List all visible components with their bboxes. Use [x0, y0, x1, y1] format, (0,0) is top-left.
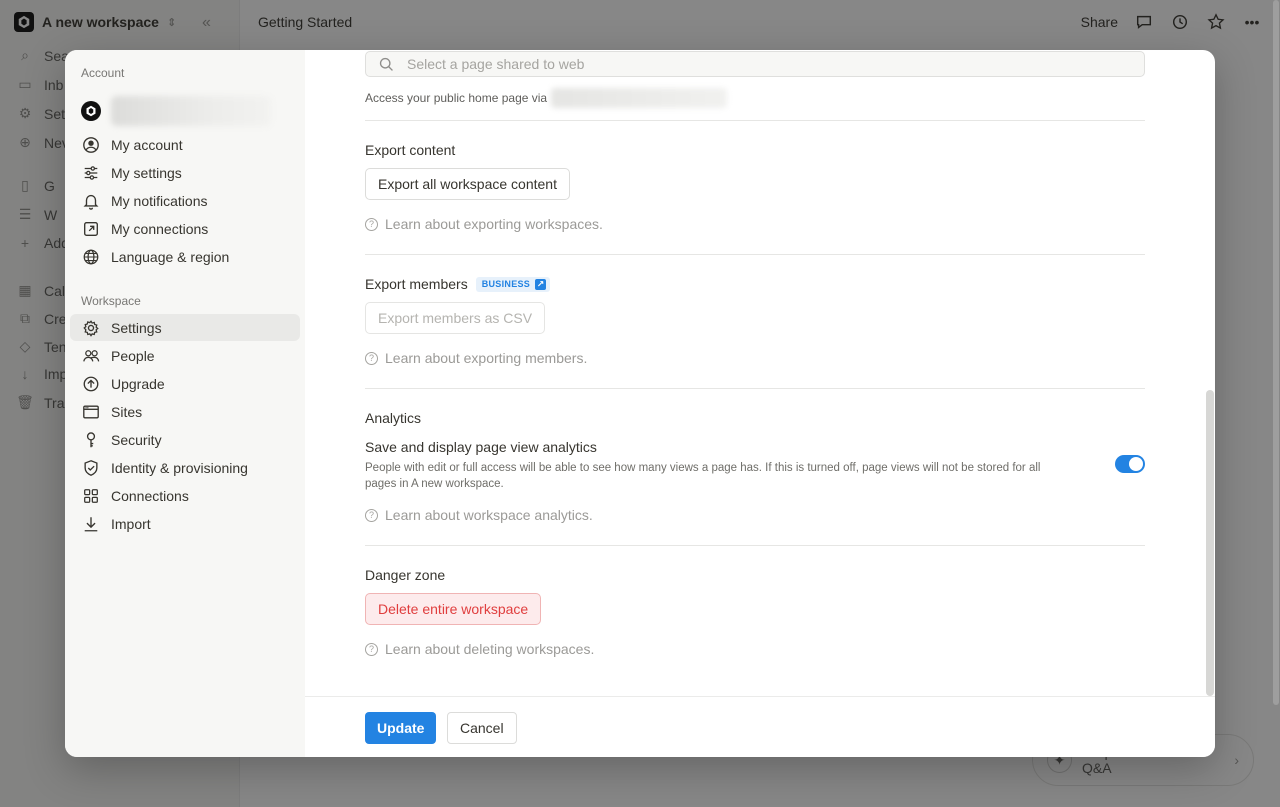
learn-exporting-workspaces-link[interactable]: ? Learn about exporting workspaces.	[365, 216, 603, 232]
avatar	[81, 101, 101, 121]
settings-sidebar: Account My account My settings My notifi…	[65, 50, 305, 757]
app-scrollbar-thumb[interactable]	[1273, 0, 1279, 705]
public-home-search-input[interactable]: Select a page shared to web	[365, 51, 1145, 77]
question-icon: ?	[365, 508, 378, 522]
sidebar-item-label: Upgrade	[111, 375, 165, 392]
business-badge-text: BUSINESS	[481, 279, 531, 289]
globe-icon	[81, 247, 101, 267]
toggle-knob	[1129, 457, 1143, 471]
sidebar-item-label: Connections	[111, 487, 189, 504]
sidebar-item-my-notifications[interactable]: My notifications	[70, 187, 300, 214]
sidebar-item-label: Security	[111, 431, 162, 448]
export-members-title: Export members BUSINESS ↗	[365, 276, 551, 292]
sidebar-item-security[interactable]: Security	[70, 426, 300, 453]
learn-workspace-analytics-link[interactable]: ? Learn about workspace analytics.	[365, 507, 593, 523]
delete-workspace-button[interactable]: Delete entire workspace	[365, 593, 542, 625]
sidebar-item-label: My connections	[111, 220, 209, 237]
app-scrollbar[interactable]	[1272, 0, 1280, 807]
question-icon: ?	[365, 351, 378, 365]
export-content-title: Export content	[365, 142, 456, 158]
people-icon	[81, 346, 101, 366]
sidebar-item-label: My notifications	[111, 192, 208, 209]
learn-link-text: Learn about exporting workspaces.	[385, 216, 603, 232]
upgrade-arrow-icon	[81, 374, 101, 394]
key-icon	[81, 430, 101, 450]
sidebar-item-upgrade[interactable]: Upgrade	[70, 370, 300, 397]
bell-icon	[81, 191, 101, 211]
analytics-toggle[interactable]	[1115, 455, 1145, 473]
business-badge[interactable]: BUSINESS ↗	[475, 276, 551, 292]
divider	[365, 254, 1145, 255]
export-all-content-button[interactable]: Export all workspace content	[365, 168, 570, 200]
learn-link-text: Learn about exporting members.	[385, 350, 588, 366]
divider	[365, 388, 1145, 389]
sidebar-item-label: Import	[111, 515, 151, 532]
shield-check-icon	[81, 458, 101, 478]
question-icon: ?	[365, 642, 378, 656]
sidebar-item-identity-provisioning[interactable]: Identity & provisioning	[70, 454, 300, 481]
settings-content: Select a page shared to web Access your …	[305, 50, 1215, 696]
divider	[365, 545, 1145, 546]
sidebar-item-label: People	[111, 347, 155, 364]
update-button[interactable]: Update	[365, 712, 437, 744]
sidebar-item-my-account[interactable]: My account	[70, 131, 300, 158]
danger-zone-title: Danger zone	[365, 567, 446, 583]
analytics-toggle-label: Save and display page view analytics	[365, 439, 597, 455]
account-heading: Account	[81, 66, 125, 80]
public-home-note-text: Access your public home page via	[365, 91, 548, 105]
workspace-heading: Workspace	[81, 294, 141, 308]
download-icon	[81, 514, 101, 534]
analytics-toggle-description: People with edit or full access will be …	[365, 462, 1041, 490]
cancel-button[interactable]: Cancel	[447, 712, 517, 744]
divider	[365, 120, 1145, 121]
browser-window-icon	[81, 402, 101, 422]
sliders-icon	[81, 163, 101, 183]
learn-link-text: Learn about workspace analytics.	[385, 507, 593, 523]
search-placeholder: Select a page shared to web	[407, 56, 585, 72]
sidebar-item-label: Settings	[111, 319, 162, 336]
learn-exporting-members-link[interactable]: ? Learn about exporting members.	[365, 350, 587, 366]
account-profile	[81, 96, 271, 126]
gear-icon	[81, 318, 101, 338]
settings-modal: Account My account My settings My notifi…	[65, 50, 1215, 757]
grid-icon	[81, 486, 101, 506]
analytics-title: Analytics	[365, 410, 422, 426]
external-link-icon	[81, 219, 101, 239]
sidebar-item-people[interactable]: People	[70, 342, 300, 369]
export-members-csv-button[interactable]: Export members as CSV	[365, 302, 546, 334]
sidebar-item-label: Identity & provisioning	[111, 459, 248, 476]
external-link-icon: ↗	[535, 278, 547, 290]
learn-deleting-workspaces-link[interactable]: ? Learn about deleting workspaces.	[365, 641, 594, 657]
user-circle-icon	[81, 135, 101, 155]
sidebar-item-label: Sites	[111, 403, 143, 420]
sidebar-item-connections[interactable]: Connections	[70, 482, 300, 509]
sidebar-item-label: My account	[111, 136, 183, 153]
sidebar-item-label: Language & region	[111, 248, 230, 265]
sidebar-item-import[interactable]: Import	[70, 510, 300, 537]
account-name-redacted	[111, 96, 271, 126]
public-home-note: Access your public home page via	[365, 88, 728, 108]
learn-link-text: Learn about deleting workspaces.	[385, 641, 595, 657]
sidebar-item-language-region[interactable]: Language & region	[70, 243, 300, 270]
public-url-redacted	[551, 88, 728, 108]
modal-scrollbar-thumb[interactable]	[1206, 390, 1214, 696]
modal-footer: Update Cancel	[305, 696, 1215, 757]
sidebar-item-my-settings[interactable]: My settings	[70, 159, 300, 186]
sidebar-item-sites[interactable]: Sites	[70, 398, 300, 425]
sidebar-item-settings[interactable]: Settings	[70, 314, 300, 341]
sidebar-item-label: My settings	[111, 164, 182, 181]
question-icon: ?	[365, 217, 378, 231]
sidebar-item-my-connections[interactable]: My connections	[70, 215, 300, 242]
search-icon	[379, 57, 393, 71]
export-members-title-text: Export members	[365, 276, 468, 292]
